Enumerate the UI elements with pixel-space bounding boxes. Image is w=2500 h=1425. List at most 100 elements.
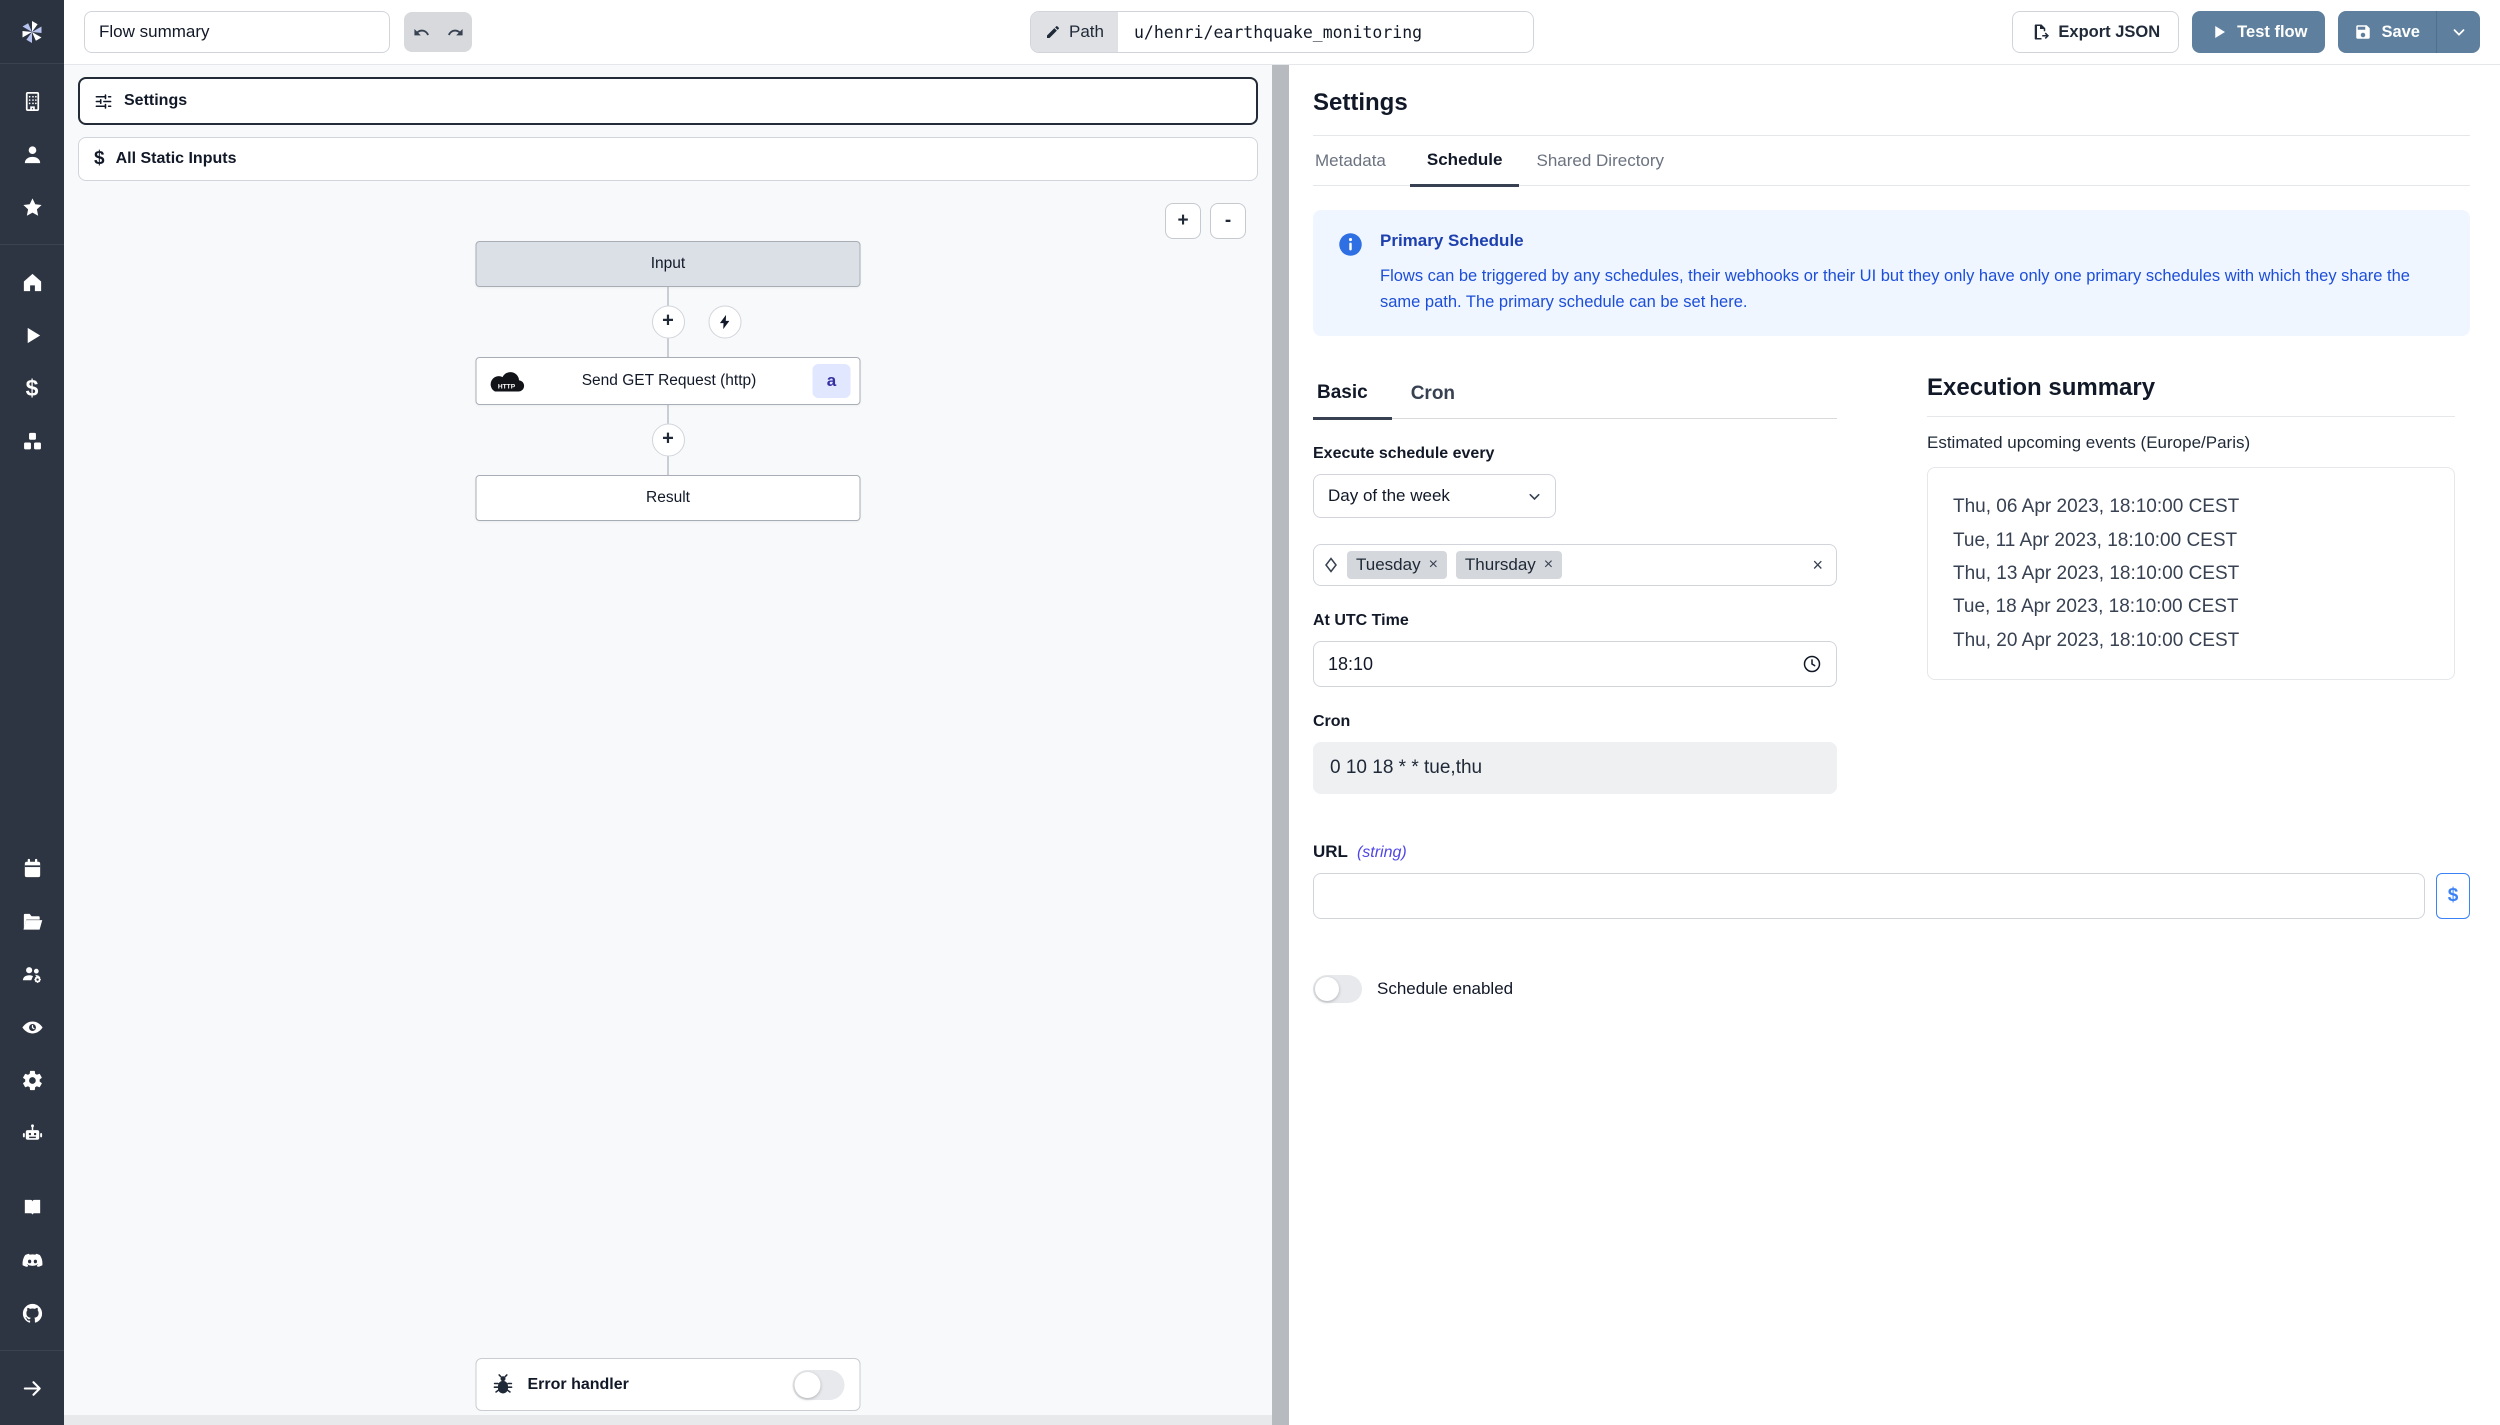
audit-logs-eye-icon[interactable] (20, 1015, 44, 1039)
tab-cron[interactable]: Cron (1392, 374, 1474, 418)
variables-dollar-icon[interactable]: $ (20, 376, 44, 400)
home-icon[interactable] (20, 270, 44, 294)
flow-settings-button[interactable]: Settings (78, 77, 1258, 125)
tab-basic[interactable]: Basic (1313, 374, 1392, 421)
url-input[interactable] (1313, 873, 2425, 920)
url-input-row: $ (1313, 873, 2470, 920)
flow-panel: Settings $ All Static Inputs + - Input +… (64, 65, 1272, 1425)
day-tag-label: Tuesday (1356, 555, 1421, 575)
favorites-star-icon[interactable] (20, 195, 44, 219)
test-flow-button[interactable]: Test flow (2192, 11, 2326, 53)
redo-button[interactable] (438, 12, 472, 52)
flow-summary-input[interactable] (84, 11, 390, 53)
expand-arrow-icon[interactable] (20, 1376, 44, 1400)
app-sidebar: $ (0, 0, 64, 1425)
execution-summary-subtitle: Estimated upcoming events (Europe/Paris) (1927, 433, 2251, 453)
user-icon[interactable] (20, 142, 44, 166)
http-cloud-icon: HTTP (486, 368, 526, 394)
sliders-icon (95, 93, 112, 109)
workspace-icon[interactable] (20, 89, 44, 113)
chevron-down-icon (1529, 493, 1540, 500)
workers-robot-icon[interactable] (20, 1121, 44, 1145)
schedule-form-column: Basic Cron Execute schedule every Day of… (1313, 374, 1837, 795)
undo-icon (413, 28, 429, 35)
schedules-calendar-icon[interactable] (20, 856, 44, 880)
input-node[interactable]: Input (475, 241, 861, 287)
path-input[interactable] (1117, 12, 1533, 52)
flow-settings-label: Settings (124, 92, 188, 109)
clear-selection-icon[interactable]: × (1812, 556, 1823, 574)
url-type-hint: (string) (1356, 844, 1407, 862)
connector-top: + (476, 287, 861, 357)
path-label-text: Path (1069, 22, 1104, 41)
remove-day-icon[interactable]: × (1544, 557, 1553, 573)
schedule-enabled-label: Schedule enabled (1377, 979, 1514, 999)
docs-book-icon[interactable] (20, 1195, 44, 1219)
utc-time-field (1313, 641, 1837, 688)
file-export-icon (2035, 24, 2050, 40)
toggle-knob (794, 1371, 821, 1398)
insert-variable-dollar-button[interactable]: $ (2436, 873, 2470, 920)
export-json-label: Export JSON (2058, 22, 2161, 41)
error-handler-toggle[interactable] (792, 1369, 845, 1400)
settings-gear-icon[interactable] (20, 1068, 44, 1092)
bug-icon (493, 1374, 513, 1394)
toggle-knob (1315, 977, 1339, 1002)
redo-icon (447, 28, 463, 35)
all-static-inputs-button[interactable]: $ All Static Inputs (78, 137, 1258, 181)
day-tag-label: Thursday (1464, 555, 1536, 575)
undo-button[interactable] (404, 12, 438, 52)
save-more-options-button[interactable] (2436, 11, 2480, 53)
tab-metadata[interactable]: Metadata (1313, 136, 1410, 185)
error-handler-label: Error handler (527, 1375, 629, 1393)
result-node[interactable]: Result (475, 475, 861, 521)
panel-splitter[interactable] (1272, 65, 1289, 1425)
frequency-select[interactable]: Day of the week (1313, 474, 1556, 519)
sidebar-nav-section: $ (0, 245, 64, 478)
folders-icon[interactable] (20, 909, 44, 933)
windmill-logo[interactable] (0, 0, 64, 64)
resources-cubes-icon[interactable] (20, 429, 44, 453)
lightning-icon (719, 314, 729, 330)
discord-icon[interactable] (20, 1248, 44, 1272)
flow-canvas[interactable]: + - Input + HTTP Send GET Request (http)… (64, 181, 1272, 1425)
day-tag-thursday: Thursday × (1455, 551, 1563, 580)
days-multiselect[interactable]: Tuesday × Thursday × × (1313, 544, 1837, 587)
add-step-button[interactable]: + (651, 423, 685, 457)
save-split-button: Save (2338, 11, 2480, 53)
zoom-in-button[interactable]: + (1165, 203, 1201, 239)
trigger-bolt-button[interactable] (708, 305, 741, 339)
path-label[interactable]: Path (1031, 12, 1118, 52)
url-label: URL (1313, 842, 1348, 862)
zoom-out-button[interactable]: - (1210, 203, 1246, 239)
remove-day-icon[interactable]: × (1429, 557, 1438, 573)
info-body: Flows can be triggered by any schedules,… (1380, 267, 2410, 312)
execution-summary-title: Execution summary (1927, 374, 2455, 418)
cron-label: Cron (1313, 713, 1351, 731)
add-step-button[interactable]: + (651, 305, 685, 339)
svg-text:HTTP: HTTP (498, 384, 516, 391)
github-icon[interactable] (20, 1301, 44, 1325)
main-column: Path Export JSON Test flow Save (64, 0, 2500, 1425)
flow-graph: Input + HTTP Send GET Request (http) a +… (475, 241, 861, 521)
day-tag-tuesday: Tuesday × (1347, 551, 1447, 580)
step-id-badge: a (812, 364, 851, 398)
error-handler-node[interactable]: Error handler (475, 1358, 861, 1411)
groups-users-gear-icon[interactable] (20, 962, 44, 986)
pencil-icon (1047, 25, 1060, 38)
settings-title: Settings (1313, 89, 2470, 136)
execute-every-label: Execute schedule every (1313, 445, 1495, 463)
save-button[interactable]: Save (2338, 11, 2436, 53)
step-node-http[interactable]: HTTP Send GET Request (http) a (475, 357, 861, 405)
settings-panel: Settings Metadata Schedule Shared Direct… (1289, 65, 2500, 1425)
tab-shared-directory[interactable]: Shared Directory (1519, 136, 1681, 185)
clock-icon[interactable] (1802, 654, 1822, 674)
upcoming-events-box: Thu, 06 Apr 2023, 18:10:00 CEST Tue, 11 … (1927, 467, 2455, 681)
schedule-enabled-toggle[interactable] (1313, 975, 1362, 1004)
topbar-actions: Export JSON Test flow Save (2012, 11, 2480, 53)
utc-time-input[interactable] (1328, 653, 1528, 675)
export-json-button[interactable]: Export JSON (2012, 11, 2180, 53)
runs-play-icon[interactable] (20, 323, 44, 347)
tab-schedule[interactable]: Schedule (1409, 136, 1520, 187)
info-title: Primary Schedule (1380, 231, 1524, 250)
